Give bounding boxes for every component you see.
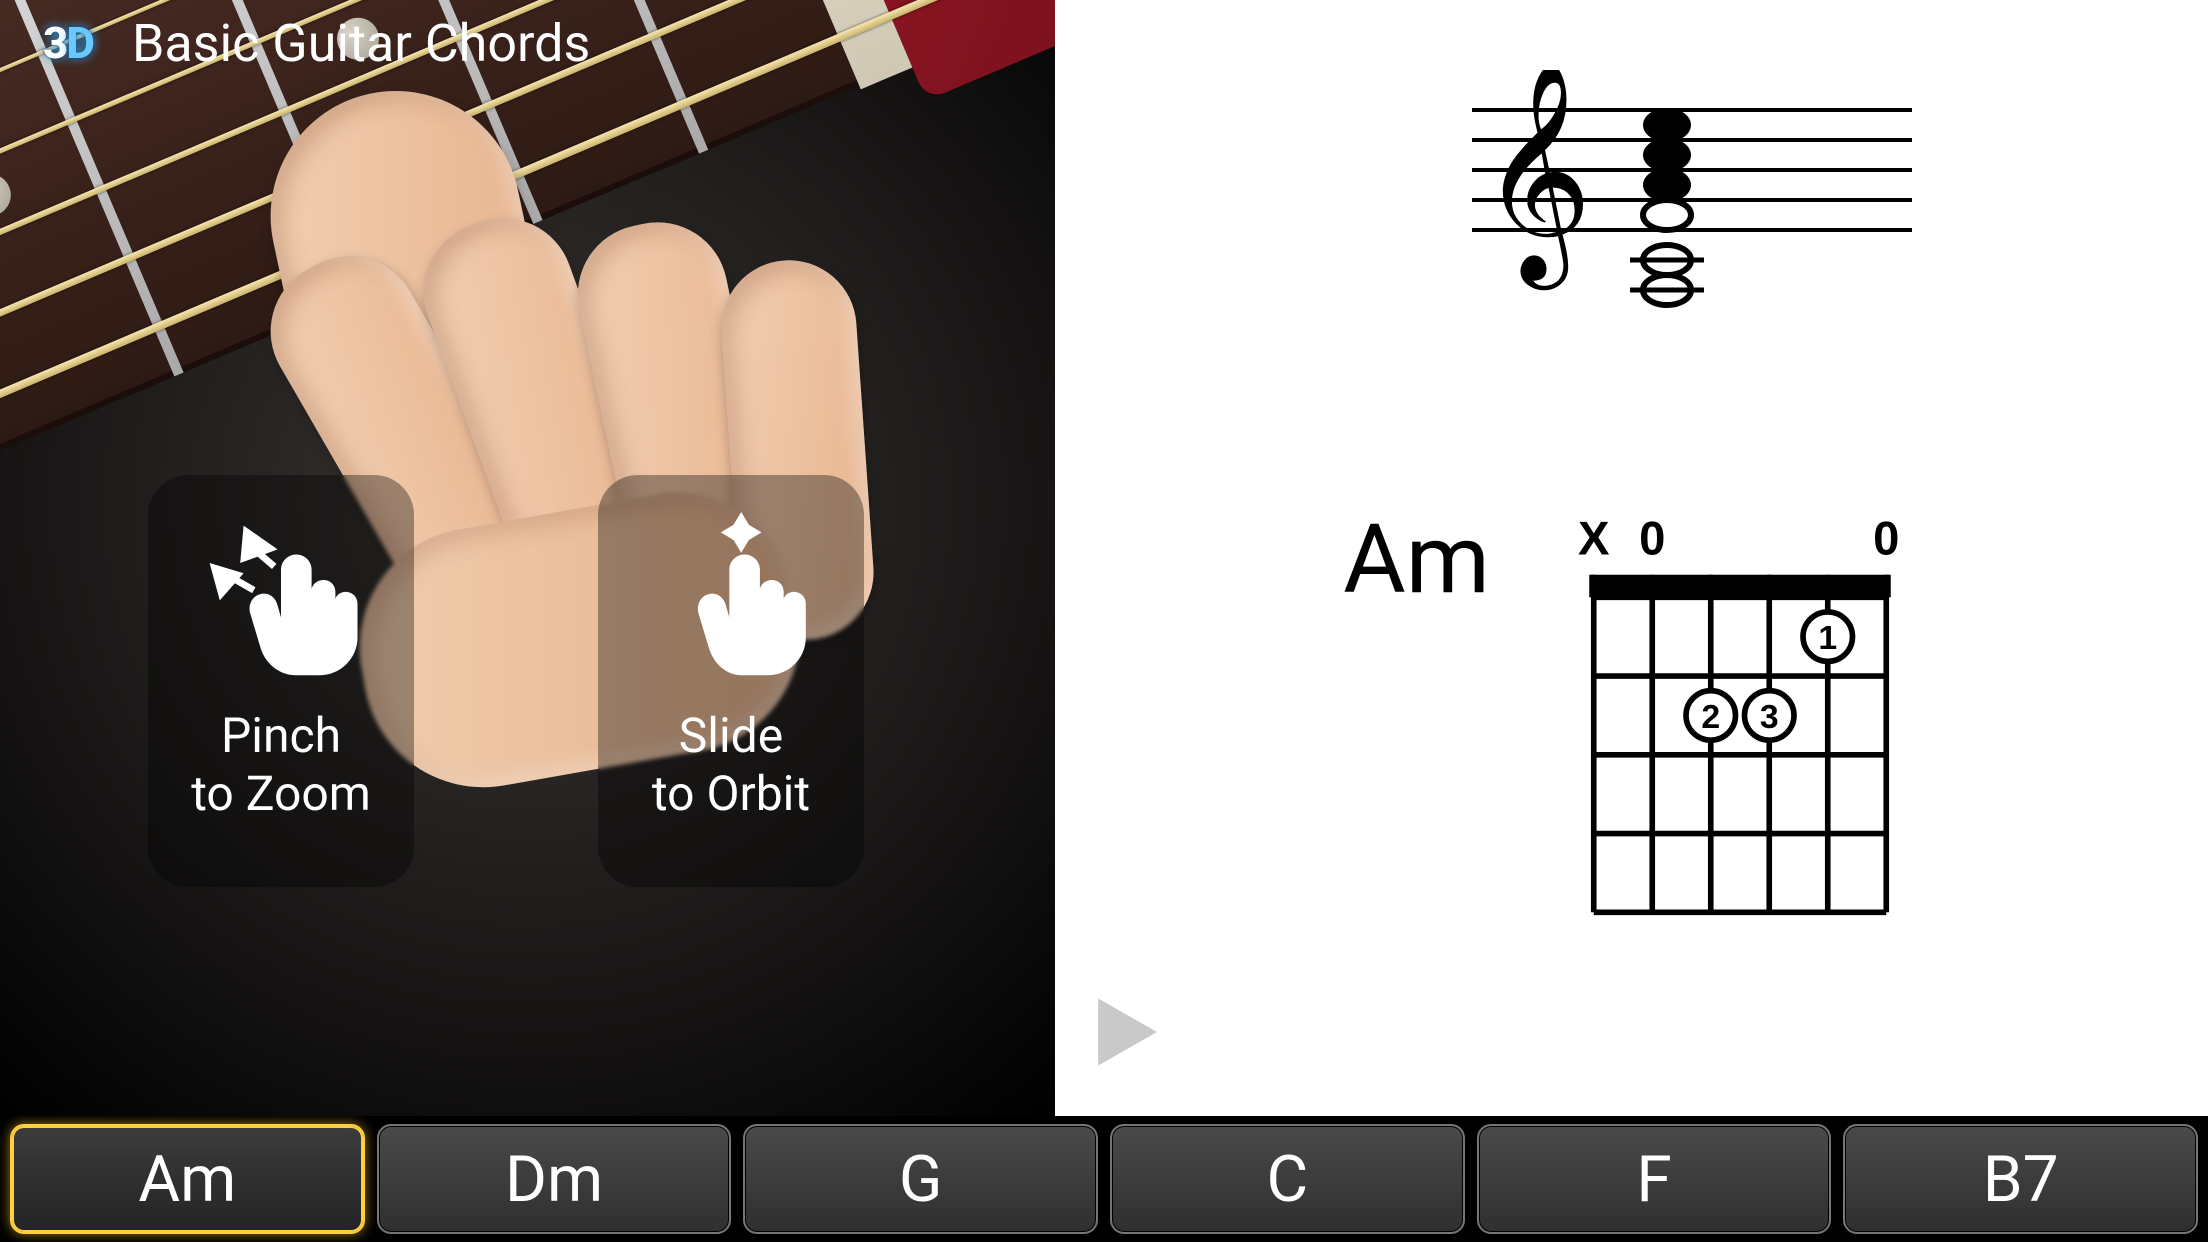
gesture-hint-slide: Slide to Orbit bbox=[598, 475, 864, 887]
app-logo-3d-icon: 3D bbox=[24, 12, 112, 74]
treble-clef-icon: 𝄞 bbox=[1480, 70, 1592, 290]
chord-diagram: X00123 bbox=[1560, 514, 1920, 923]
app-title: Basic Guitar Chords bbox=[132, 13, 590, 74]
chord-button-label: C bbox=[1267, 1142, 1309, 1217]
gesture-pinch-line1: Pinch bbox=[221, 707, 341, 764]
chord-button-label: Am bbox=[138, 1142, 236, 1217]
gesture-pinch-line2: to Zoom bbox=[191, 765, 371, 822]
chord-button-label: B7 bbox=[1983, 1142, 2059, 1217]
logo-text-3: 3 bbox=[43, 17, 66, 69]
play-icon bbox=[1083, 990, 1167, 1074]
staff-notation: 𝄞 bbox=[1472, 70, 1912, 334]
svg-text:0: 0 bbox=[1873, 514, 1899, 566]
svg-text:0: 0 bbox=[1639, 514, 1665, 566]
gesture-slide-label: Slide to Orbit bbox=[652, 707, 810, 822]
chord-button-label: F bbox=[1636, 1142, 1671, 1217]
gesture-slide-line2: to Orbit bbox=[652, 765, 810, 822]
play-button[interactable] bbox=[1083, 990, 1167, 1078]
svg-text:2: 2 bbox=[1701, 698, 1720, 736]
svg-text:3: 3 bbox=[1760, 698, 1779, 736]
guitar-3d-view[interactable]: 3D Basic Guitar Chords bbox=[0, 0, 1055, 1116]
chord-info-panel: 𝄞 bbox=[1055, 0, 2208, 1116]
chord-button-label: Dm bbox=[505, 1142, 603, 1217]
chord-button-c[interactable]: C bbox=[1110, 1124, 1465, 1234]
main-area: 3D Basic Guitar Chords bbox=[0, 0, 2208, 1116]
svg-text:1: 1 bbox=[1818, 619, 1837, 657]
chord-button-label: G bbox=[899, 1142, 943, 1217]
gesture-pinch-label: Pinch to Zoom bbox=[191, 707, 371, 822]
chord-diagram-row: Am X00123 bbox=[1343, 514, 1920, 923]
logo-text-d: D bbox=[66, 17, 93, 69]
pinch-icon bbox=[191, 497, 371, 697]
chord-button-b7[interactable]: B7 bbox=[1843, 1124, 2198, 1234]
app-root: 3D Basic Guitar Chords bbox=[0, 0, 2208, 1242]
gesture-slide-line1: Slide bbox=[679, 707, 783, 764]
chord-selector-bar: Am Dm G C F B7 bbox=[0, 1116, 2208, 1242]
chord-button-am[interactable]: Am bbox=[10, 1124, 365, 1234]
header: 3D Basic Guitar Chords bbox=[24, 12, 590, 74]
chord-name-label: Am bbox=[1343, 504, 1490, 616]
pan-icon bbox=[641, 497, 821, 697]
gesture-hint-pinch: Pinch to Zoom bbox=[148, 475, 414, 887]
chord-button-f[interactable]: F bbox=[1477, 1124, 1832, 1234]
gesture-hints: Pinch to Zoom bbox=[148, 475, 864, 887]
chord-button-g[interactable]: G bbox=[743, 1124, 1098, 1234]
svg-text:X: X bbox=[1578, 514, 1610, 566]
chord-button-dm[interactable]: Dm bbox=[377, 1124, 732, 1234]
